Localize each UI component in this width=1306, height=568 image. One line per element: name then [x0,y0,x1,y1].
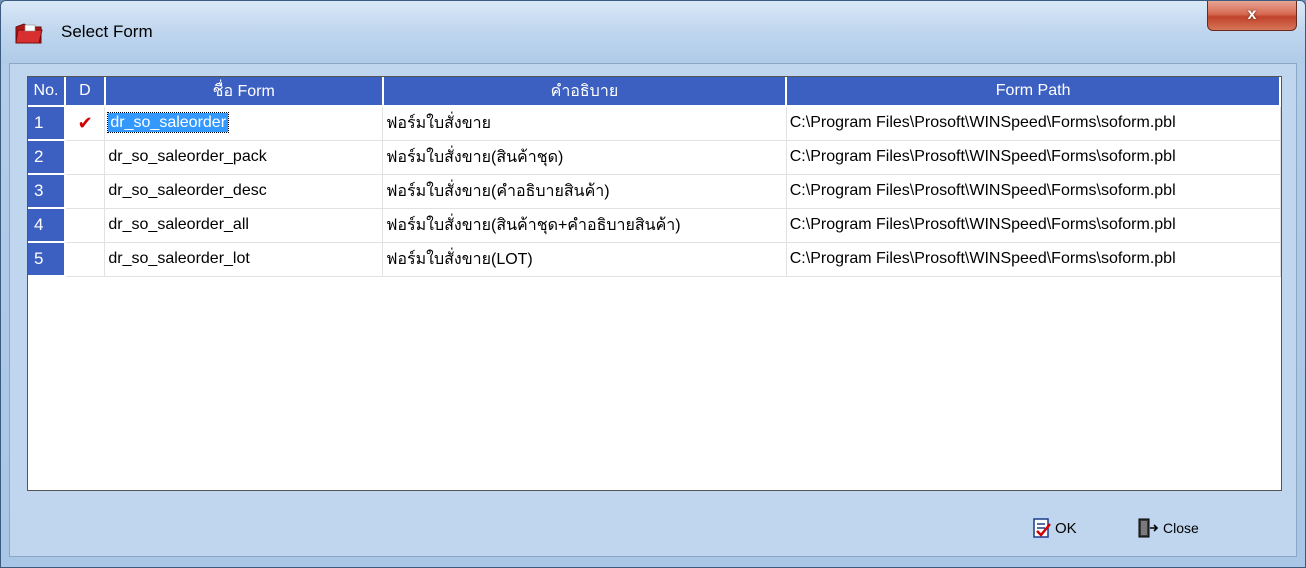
d-cell[interactable] [64,140,106,175]
description-cell[interactable]: ฟอร์มใบสั่งขาย(LOT) [382,242,787,277]
close-label: Close [1163,520,1199,536]
form-name-cell[interactable]: dr_so_saleorder_all [104,208,384,243]
form-name-cell[interactable]: dr_so_saleorder_desc [104,174,384,209]
form-name-cell[interactable]: dr_so_saleorder_lot [104,242,384,277]
form-table: No. D ชื่อ Form คำอธิบาย Form Path 1 ✔ d… [28,77,1281,277]
row-number: 1 [28,106,66,141]
row-number: 4 [28,208,66,243]
title-bar[interactable]: Select Form x [1,1,1305,63]
table-header-row: No. D ชื่อ Form คำอธิบาย Form Path [28,77,1281,107]
column-header-form-path[interactable]: Form Path [786,77,1281,107]
d-cell[interactable] [64,174,106,209]
column-header-form-name[interactable]: ชื่อ Form [104,77,384,107]
window-close-button[interactable]: x [1207,1,1297,31]
table-row[interactable]: 5 dr_so_saleorder_lot ฟอร์มใบสั่งขาย(LOT… [28,242,1281,277]
ok-label: OK [1055,519,1077,537]
table-row[interactable]: 1 ✔ dr_so_saleorder ฟอร์มใบสั่งขาย C:\Pr… [28,106,1281,141]
exit-door-icon [1137,518,1159,538]
red-folder-icon [15,23,43,45]
dialog-client-area: No. D ชื่อ Form คำอธิบาย Form Path 1 ✔ d… [9,63,1297,557]
ok-button[interactable]: OK [1033,514,1077,542]
close-icon: x [1247,6,1257,23]
column-header-d[interactable]: D [64,77,106,107]
column-header-no[interactable]: No. [28,77,66,107]
row-number: 2 [28,140,66,175]
ok-checklist-icon [1033,518,1051,538]
select-form-window: Select Form x No. D ชื่อ Form คำอธิบาย F… [0,0,1306,568]
description-cell[interactable]: ฟอร์มใบสั่งขาย(สินค้าชุด+คำอธิบายสินค้า) [382,208,787,243]
form-path-cell[interactable]: C:\Program Files\Prosoft\WINSpeed\Forms\… [786,208,1281,243]
description-cell[interactable]: ฟอร์มใบสั่งขาย(สินค้าชุด) [382,140,787,175]
table-row[interactable]: 3 dr_so_saleorder_desc ฟอร์มใบสั่งขาย(คำ… [28,174,1281,209]
form-name-cell[interactable]: dr_so_saleorder_pack [104,140,384,175]
form-name-selected[interactable]: dr_so_saleorder [107,112,230,134]
table-row[interactable]: 4 dr_so_saleorder_all ฟอร์มใบสั่งขาย(สิน… [28,208,1281,243]
row-number: 5 [28,242,66,277]
form-path-cell[interactable]: C:\Program Files\Prosoft\WINSpeed\Forms\… [786,174,1281,209]
form-path-cell[interactable]: C:\Program Files\Prosoft\WINSpeed\Forms\… [786,140,1281,175]
d-cell[interactable] [64,242,106,277]
check-mark-icon[interactable]: ✔ [64,106,106,141]
form-path-cell[interactable]: C:\Program Files\Prosoft\WINSpeed\Forms\… [786,242,1281,277]
description-cell[interactable]: ฟอร์มใบสั่งขาย [382,106,787,141]
d-cell[interactable] [64,208,106,243]
description-cell[interactable]: ฟอร์มใบสั่งขาย(คำอธิบายสินค้า) [382,174,787,209]
window-title: Select Form [61,22,153,41]
form-list-grid: No. D ชื่อ Form คำอธิบาย Form Path 1 ✔ d… [27,76,1282,491]
table-row[interactable]: 2 dr_so_saleorder_pack ฟอร์มใบสั่งขาย(สิ… [28,140,1281,175]
form-path-cell[interactable]: C:\Program Files\Prosoft\WINSpeed\Forms\… [786,106,1281,141]
form-name-cell[interactable]: dr_so_saleorder [104,106,384,141]
row-number: 3 [28,174,66,209]
column-header-description[interactable]: คำอธิบาย [382,77,788,107]
close-button[interactable]: Close [1137,514,1199,542]
